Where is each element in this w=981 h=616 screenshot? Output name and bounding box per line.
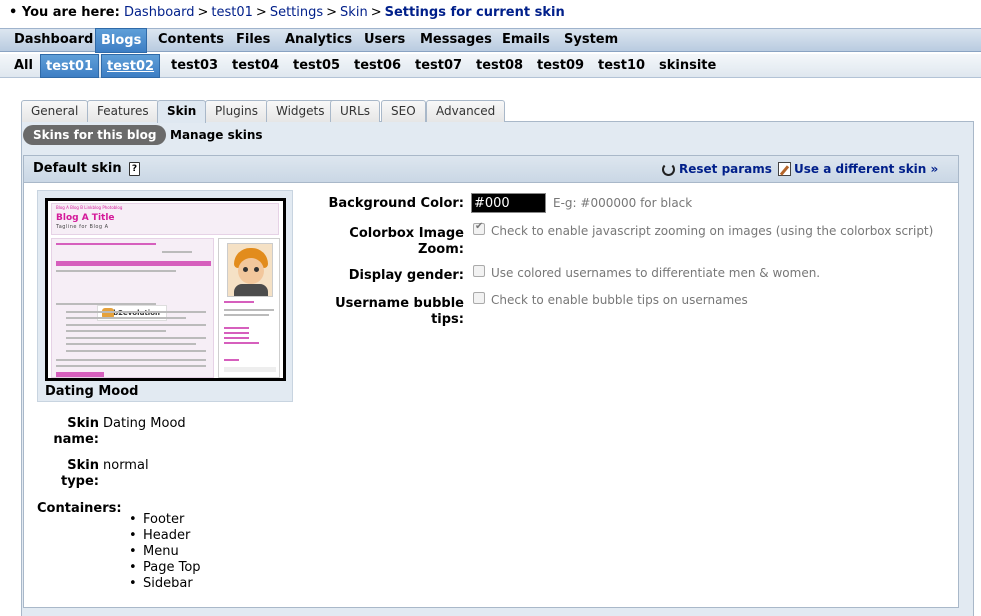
menu-files[interactable]: Files <box>231 29 275 51</box>
thumb-tagline: Tagline for Blog A <box>56 224 109 230</box>
container-item: Footer <box>127 512 201 528</box>
colorbox-note: Check to enable javascript zooming on im… <box>491 224 934 238</box>
menu-analytics[interactable]: Analytics <box>280 29 357 51</box>
menu-contents[interactable]: Contents <box>153 29 229 51</box>
menu-emails[interactable]: Emails <box>497 29 555 51</box>
breadcrumb-prefix: You are here: <box>21 5 120 20</box>
blog-test08[interactable]: test08 <box>471 54 528 78</box>
username-bubble-note: Check to enable bubble tips on usernames <box>491 293 748 307</box>
blog-test05[interactable]: test05 <box>288 54 345 78</box>
fieldset-header: Default skin ? Reset params Use a differ… <box>24 156 958 183</box>
blog-test04[interactable]: test04 <box>227 54 284 78</box>
tab-skin[interactable]: Skin <box>157 100 207 123</box>
display-gender-label: Display gender: <box>348 268 464 283</box>
container-item: Sidebar <box>127 576 201 592</box>
tab-widgets[interactable]: Widgets <box>266 100 335 122</box>
blog-all[interactable]: All <box>9 54 38 78</box>
fieldset-actions: Reset params Use a different skin » <box>656 162 946 178</box>
reset-params-link[interactable]: Reset params <box>679 162 772 176</box>
colorbox-label: Colorbox Image Zoom: <box>349 226 464 257</box>
menu-users[interactable]: Users <box>359 29 410 51</box>
tab-features[interactable]: Features <box>87 100 159 122</box>
blog-test01[interactable]: test01 <box>40 54 100 78</box>
background-color-note: E-g: #000000 for black <box>553 196 693 210</box>
containers-list: Footer Header Menu Page Top Sidebar <box>127 512 201 592</box>
blog-menu: All test01 test02 test03 test04 test05 t… <box>0 54 981 78</box>
breadcrumb-skin[interactable]: Skin <box>340 5 368 20</box>
container-item: Header <box>127 528 201 544</box>
blog-test09[interactable]: test09 <box>532 54 589 78</box>
blog-test02[interactable]: test02 <box>101 54 161 78</box>
username-bubble-checkbox[interactable] <box>473 292 485 304</box>
tab-seo[interactable]: SEO <box>381 100 426 122</box>
help-icon[interactable]: ? <box>129 162 140 176</box>
tab-urls[interactable]: URLs <box>330 100 381 122</box>
reset-icon <box>662 163 675 176</box>
skin-name-label: Skin name: <box>53 416 99 447</box>
main-menu: Dashboard Blogs Contents Files Analytics… <box>0 28 981 53</box>
colorbox-checkbox[interactable] <box>473 221 485 235</box>
breadcrumb-test01[interactable]: test01 <box>211 5 253 20</box>
skin-thumbnail-box: Blog A Blog B Linkblog Photoblog Blog A … <box>37 190 293 402</box>
tab-advanced[interactable]: Advanced <box>426 100 506 122</box>
background-color-label: Background Color: <box>328 196 465 211</box>
blog-test10[interactable]: test10 <box>593 54 650 78</box>
menu-messages[interactable]: Messages <box>415 29 497 51</box>
display-gender-checkbox[interactable] <box>473 265 485 277</box>
skin-type-label: Skin type: <box>60 458 99 489</box>
use-different-skin-link[interactable]: Use a different skin » <box>794 162 938 176</box>
blog-skinsite[interactable]: skinsite <box>654 54 721 78</box>
menu-blogs[interactable]: Blogs <box>95 28 148 53</box>
containers-label: Containers: <box>37 501 122 516</box>
skin-name-value: Dating Mood <box>103 416 186 431</box>
tab-plugins[interactable]: Plugins <box>205 100 268 122</box>
breadcrumb-dashboard[interactable]: Dashboard <box>124 5 195 20</box>
skin-thumbnail-caption: Dating Mood <box>45 384 139 399</box>
blog-test03[interactable]: test03 <box>166 54 223 78</box>
menu-system[interactable]: System <box>559 29 623 51</box>
subtab-manage-skins[interactable]: Manage skins <box>162 125 271 145</box>
container-item: Menu <box>127 544 201 560</box>
blog-test07[interactable]: test07 <box>410 54 467 78</box>
breadcrumb-current: Settings for current skin <box>384 5 565 20</box>
fieldset-title: Default skin <box>33 161 122 176</box>
container-item: Page Top <box>127 560 201 576</box>
blog-test06[interactable]: test06 <box>349 54 406 78</box>
username-bubble-label: Username bubble tips: <box>335 296 464 327</box>
breadcrumb-settings[interactable]: Settings <box>270 5 323 20</box>
thumb-title: Blog A Title <box>56 213 115 223</box>
breadcrumb: • You are here: Dashboard > test01 > Setting… <box>9 5 565 20</box>
display-gender-note: Use colored usernames to differentiate m… <box>491 266 821 280</box>
edit-icon <box>778 162 791 176</box>
subtab-skins-for-blog[interactable]: Skins for this blog <box>23 125 167 145</box>
skin-thumbnail[interactable]: Blog A Blog B Linkblog Photoblog Blog A … <box>45 198 286 381</box>
menu-dashboard[interactable]: Dashboard <box>9 29 98 51</box>
background-color-input[interactable] <box>471 193 546 213</box>
skin-type-value: normal <box>103 458 149 473</box>
tab-general[interactable]: General <box>21 100 89 122</box>
thumb-nav: Blog A Blog B Linkblog Photoblog <box>56 205 123 210</box>
